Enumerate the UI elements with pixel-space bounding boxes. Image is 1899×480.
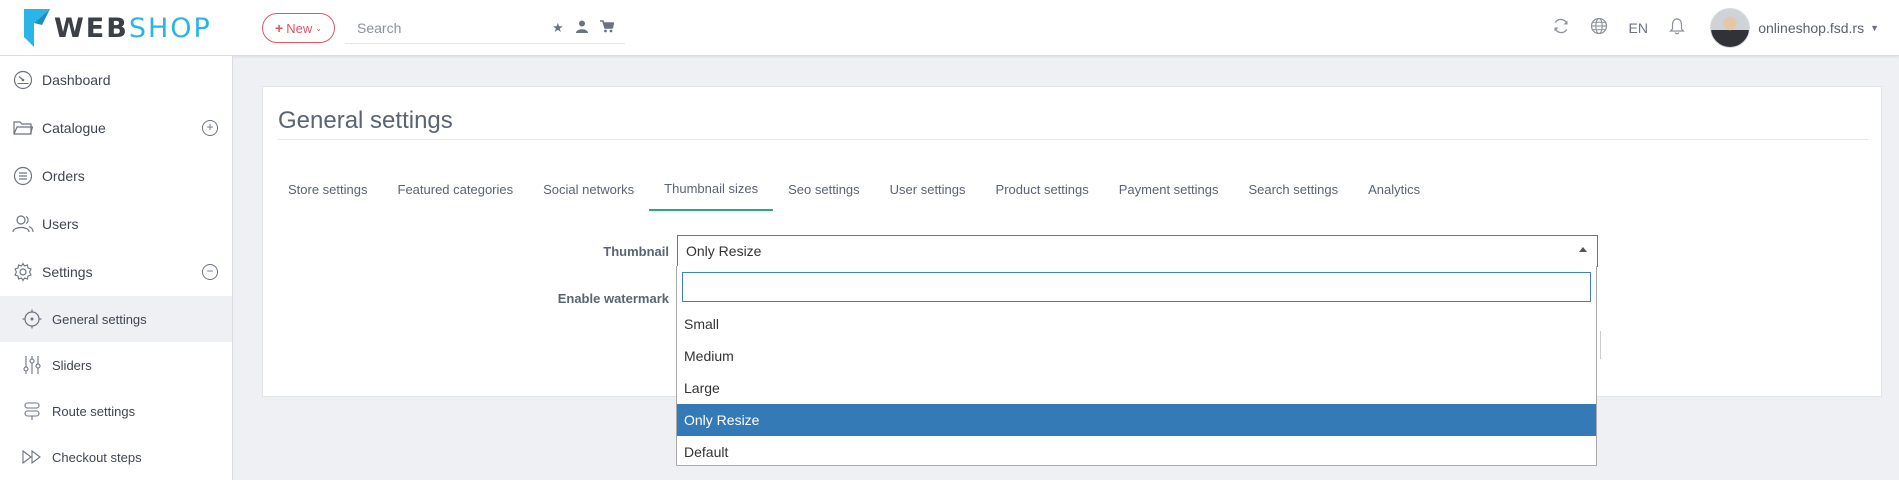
globe-icon[interactable] <box>1580 17 1618 40</box>
plus-icon: + <box>275 20 284 36</box>
sidebar-item-label: Dashboard <box>42 72 111 88</box>
sidebar-item-orders[interactable]: Orders <box>0 152 232 200</box>
sidebar-item-label: Users <box>42 216 79 232</box>
chevron-down-icon: ⌄ <box>315 23 322 33</box>
sidebar-subitem-general-settings[interactable]: General settings <box>0 296 232 342</box>
star-icon[interactable]: ★ <box>552 20 564 36</box>
logo[interactable]: WEBSHOP <box>24 8 212 48</box>
search-input[interactable] <box>345 19 540 36</box>
sidebar-subitem-label: Sliders <box>52 357 92 373</box>
sidebar-subitem-checkout-steps[interactable]: Checkout steps <box>0 434 232 480</box>
tab-search-settings[interactable]: Search settings <box>1233 167 1353 211</box>
sidebar-subitem-label: General settings <box>52 311 147 327</box>
thumbnail-select[interactable]: Only Resize <box>677 235 1598 267</box>
tab-user-settings[interactable]: User settings <box>875 167 981 211</box>
logo-text-shop: SHOP <box>128 12 212 44</box>
sidebar-item-users[interactable]: Users <box>0 200 232 248</box>
tab-featured-categories[interactable]: Featured categories <box>383 167 529 211</box>
tab-analytics[interactable]: Analytics <box>1353 167 1435 211</box>
thumbnail-select-value: Only Resize <box>686 243 762 259</box>
sidebar-subitem-label: Route settings <box>52 403 136 419</box>
thumbnail-dropdown: Small Medium Large Only Resize Default <box>676 266 1597 466</box>
refresh-icon[interactable] <box>1542 17 1580 40</box>
dropdown-option-only-resize[interactable]: Only Resize <box>677 404 1596 436</box>
user-menu-chevron-icon[interactable]: ▼ <box>1870 23 1879 33</box>
language-selector[interactable]: EN <box>1618 20 1658 36</box>
tab-store-settings[interactable]: Store settings <box>273 167 383 211</box>
header-tools: EN onlineshop.fsd.rs ▼ <box>1542 0 1899 56</box>
sidebar-item-dashboard[interactable]: Dashboard <box>0 56 232 104</box>
gear-icon <box>12 261 34 283</box>
sliders-icon <box>22 355 42 375</box>
search-bar: ★ <box>345 12 625 44</box>
cart-icon[interactable] <box>599 19 615 36</box>
users-icon <box>12 213 34 235</box>
target-icon <box>22 309 42 329</box>
watermark-label: Enable watermark <box>557 291 669 306</box>
bell-icon[interactable] <box>1658 17 1696 40</box>
list-icon <box>12 165 34 187</box>
settings-tabs: Store settings Featured categories Socia… <box>273 167 1435 211</box>
sidebar-item-label: Settings <box>42 264 93 280</box>
folder-icon <box>12 117 34 139</box>
page-title: General settings <box>278 107 453 134</box>
dropdown-option-default[interactable]: Default <box>677 436 1596 468</box>
sidebar-subitem-route-settings[interactable]: Route settings <box>0 388 232 434</box>
avatar[interactable] <box>1710 8 1751 48</box>
sidebar-subitem-label: Checkout steps <box>52 449 142 465</box>
logo-mark-icon <box>24 9 50 47</box>
dropdown-options: Small Medium Large Only Resize Default <box>677 308 1596 468</box>
user-icon[interactable] <box>575 20 588 36</box>
thumbnail-label: Thumbnail <box>603 244 669 259</box>
sidebar-item-label: Orders <box>42 168 85 184</box>
dropdown-option-small[interactable]: Small <box>677 308 1596 340</box>
fast-forward-icon <box>22 447 42 467</box>
user-name[interactable]: onlineshop.fsd.rs <box>1758 20 1864 36</box>
collapse-icon[interactable]: − <box>202 264 218 280</box>
logo-text-web: WEB <box>54 12 129 44</box>
title-divider <box>278 139 1868 140</box>
sidebar-subitem-sliders[interactable]: Sliders <box>0 342 232 388</box>
dropdown-search-input[interactable] <box>682 272 1591 302</box>
tab-product-settings[interactable]: Product settings <box>981 167 1104 211</box>
sidebar: Dashboard Catalogue + Orders Users Setti… <box>0 56 233 480</box>
dashboard-icon <box>12 69 34 91</box>
expand-icon[interactable]: + <box>202 120 218 136</box>
new-button-label: New <box>286 20 313 36</box>
route-icon <box>22 401 42 421</box>
tab-thumbnail-sizes[interactable]: Thumbnail sizes <box>649 167 774 211</box>
dropdown-option-medium[interactable]: Medium <box>677 340 1596 372</box>
logo-text: WEBSHOP <box>54 13 212 44</box>
caret-up-icon <box>1579 247 1587 252</box>
new-button[interactable]: + New ⌄ <box>262 13 335 43</box>
tab-social-networks[interactable]: Social networks <box>528 167 649 211</box>
tab-seo-settings[interactable]: Seo settings <box>773 167 875 211</box>
sidebar-item-catalogue[interactable]: Catalogue + <box>0 104 232 152</box>
sidebar-item-settings[interactable]: Settings − <box>0 248 232 296</box>
dropdown-option-large[interactable]: Large <box>677 372 1596 404</box>
sidebar-item-label: Catalogue <box>42 120 106 136</box>
tab-payment-settings[interactable]: Payment settings <box>1104 167 1234 211</box>
top-bar: WEBSHOP + New ⌄ ★ EN onlineshop.fsd.rs ▼ <box>0 0 1899 56</box>
